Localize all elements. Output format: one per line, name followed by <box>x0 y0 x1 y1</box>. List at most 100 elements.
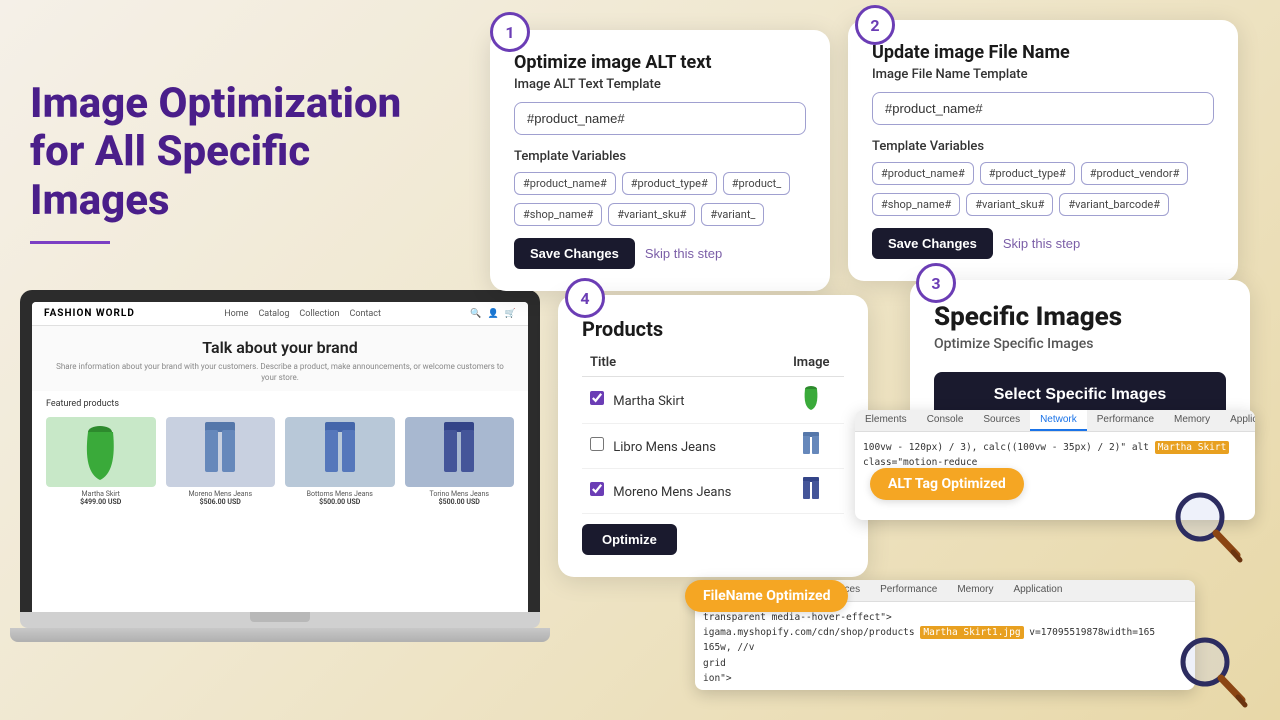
tag2-product-name[interactable]: #product_name# <box>872 162 974 185</box>
step-circle-1: 1 <box>490 12 530 52</box>
card1-btn-row: Save Changes Skip this step <box>514 238 806 269</box>
card1-title: Optimize image ALT text <box>514 52 806 73</box>
product-row-2: Libro Mens Jeans <box>582 424 779 469</box>
store-hero-desc: Share information about your brand with … <box>52 361 508 383</box>
card1-vars-label: Template Variables <box>514 149 806 164</box>
step-circle-4: 4 <box>565 278 605 318</box>
title-underline <box>30 241 110 244</box>
tag2-product-vendor[interactable]: #product_vendor# <box>1081 162 1189 185</box>
store-featured: Featured products Martha Skirt $499.00 U… <box>32 391 528 514</box>
card2-tags-row2: #shop_name# #variant_sku# #variant_barco… <box>872 193 1214 216</box>
tag2-shop-name[interactable]: #shop_name# <box>872 193 960 216</box>
cart-icon: 🛒 <box>505 309 516 319</box>
card2-title: Update image File Name <box>872 42 1214 63</box>
magnify-glass-1 <box>1165 485 1245 565</box>
card2-vars-label: Template Variables <box>872 139 1214 154</box>
tag2-product-type[interactable]: #product_type# <box>980 162 1075 185</box>
product-img-jeans3 <box>405 417 515 487</box>
badge-alt-optimized: ALT Tag Optimized <box>870 468 1024 500</box>
table-row: Martha Skirt <box>582 377 844 424</box>
col-title: Title <box>582 349 779 377</box>
product-img-skirt <box>46 417 156 487</box>
card1-tags-row1: #product_name# #product_type# #product_ <box>514 172 806 195</box>
card2-input[interactable] <box>872 92 1214 125</box>
store-hero: Talk about your brand Share information … <box>32 326 528 391</box>
col-image: Image <box>779 349 844 377</box>
badge-filename-optimized: FileName Optimized <box>685 580 848 612</box>
devtools-tabs-top: Elements Console Sources Network Perform… <box>855 410 1255 432</box>
card2-subtitle: Image File Name Template <box>872 67 1214 82</box>
table-row: Moreno Mens Jeans <box>582 469 844 514</box>
tag2-variant-sku[interactable]: #variant_sku# <box>966 193 1053 216</box>
tab-network[interactable]: Network <box>1030 410 1087 431</box>
laptop-bar <box>20 612 540 628</box>
product-row-1: Martha Skirt <box>582 377 779 424</box>
card3-subtitle: Optimize Specific Images <box>934 336 1226 352</box>
store-icons: 🔍 👤 🛒 <box>470 309 516 319</box>
product-img-jeans2 <box>285 417 395 487</box>
tab-b-memory[interactable]: Memory <box>947 580 1003 601</box>
card4-title: Products <box>582 317 844 341</box>
laptop-base <box>10 628 550 642</box>
store-product-4: Torino Mens Jeans $500.00 USD <box>405 417 515 506</box>
card-products: Products Title Image Martha Skirt <box>558 295 868 577</box>
checkbox-moreno[interactable] <box>590 482 604 496</box>
product-img-cell-2 <box>779 424 844 469</box>
product-row-3: Moreno Mens Jeans <box>582 469 779 514</box>
card1-input[interactable] <box>514 102 806 135</box>
card2-save-button[interactable]: Save Changes <box>872 228 993 259</box>
card2-btn-row: Save Changes Skip this step <box>872 228 1214 259</box>
step-circle-3: 3 <box>916 263 956 303</box>
card1-save-button[interactable]: Save Changes <box>514 238 635 269</box>
card-alt-text: Optimize image ALT text Image ALT Text T… <box>490 30 830 291</box>
product-img-cell-3 <box>779 469 844 514</box>
tag2-variant-barcode[interactable]: #variant_barcode# <box>1059 193 1169 216</box>
card1-skip-button[interactable]: Skip this step <box>645 246 722 261</box>
account-icon: 👤 <box>488 309 499 319</box>
tab-application[interactable]: Application <box>1220 410 1255 431</box>
store-product-1: Martha Skirt $499.00 USD <box>46 417 156 506</box>
tab-b-application[interactable]: Application <box>1003 580 1072 601</box>
checkbox-martha[interactable] <box>590 391 604 405</box>
card3-title: Specific Images <box>934 302 1226 332</box>
magnify-glass-2 <box>1170 630 1250 710</box>
main-title: Image Optimization for All Specific Imag… <box>30 80 410 225</box>
tag-product-ellipsis[interactable]: #product_ <box>723 172 790 195</box>
tab-memory[interactable]: Memory <box>1164 410 1220 431</box>
tab-b-performance[interactable]: Performance <box>870 580 947 601</box>
card1-subtitle: Image ALT Text Template <box>514 77 806 92</box>
product-img-jeans1 <box>166 417 276 487</box>
tag-shop-name[interactable]: #shop_name# <box>514 203 602 226</box>
table-row: Libro Mens Jeans <box>582 424 844 469</box>
store-product-2: Moreno Mens Jeans $506.00 USD <box>166 417 276 506</box>
devtools-content-bottom: transparent media--hover-effect"> igama.… <box>695 602 1195 690</box>
store-brand: FASHION WORLD <box>44 308 135 319</box>
products-table: Title Image Martha Skirt <box>582 349 844 514</box>
search-icon: 🔍 <box>470 309 481 319</box>
card-filename: Update image File Name Image File Name T… <box>848 20 1238 281</box>
tag-variant-ellipsis[interactable]: #variant_ <box>701 203 764 226</box>
tab-console[interactable]: Console <box>917 410 974 431</box>
step-circle-2: 2 <box>855 5 895 45</box>
tag-product-type[interactable]: #product_type# <box>622 172 717 195</box>
store-products: Martha Skirt $499.00 USD Moreno Mens Jea… <box>46 417 514 506</box>
card1-tags-row2: #shop_name# #variant_sku# #variant_ <box>514 203 806 226</box>
checkbox-libro[interactable] <box>590 437 604 451</box>
devtools-highlight-martha: Martha Skirt <box>1155 441 1230 454</box>
store-hero-title: Talk about your brand <box>52 338 508 357</box>
tab-sources[interactable]: Sources <box>973 410 1030 431</box>
card2-skip-button[interactable]: Skip this step <box>1003 236 1080 251</box>
tab-elements[interactable]: Elements <box>855 410 917 431</box>
store-nav: FASHION WORLD Home Catalog Collection Co… <box>32 302 528 326</box>
devtools-code-prefix: 100vw - 120px) / 3), calc((100vw - 35px)… <box>863 442 1155 453</box>
tag-product-name[interactable]: #product_name# <box>514 172 616 195</box>
store-product-3: Bottoms Mens Jeans $500.00 USD <box>285 417 395 506</box>
laptop-mockup: FASHION WORLD Home Catalog Collection Co… <box>20 290 540 642</box>
optimize-button[interactable]: Optimize <box>582 524 677 555</box>
devtools-highlight-file: Martha Skirt1.jpg <box>920 626 1023 639</box>
product-img-cell-1 <box>779 377 844 424</box>
card2-tags-row1: #product_name# #product_type# #product_v… <box>872 162 1214 185</box>
tab-performance[interactable]: Performance <box>1087 410 1164 431</box>
store-nav-links: Home Catalog Collection Contact <box>224 309 381 319</box>
tag-variant-sku[interactable]: #variant_sku# <box>608 203 695 226</box>
